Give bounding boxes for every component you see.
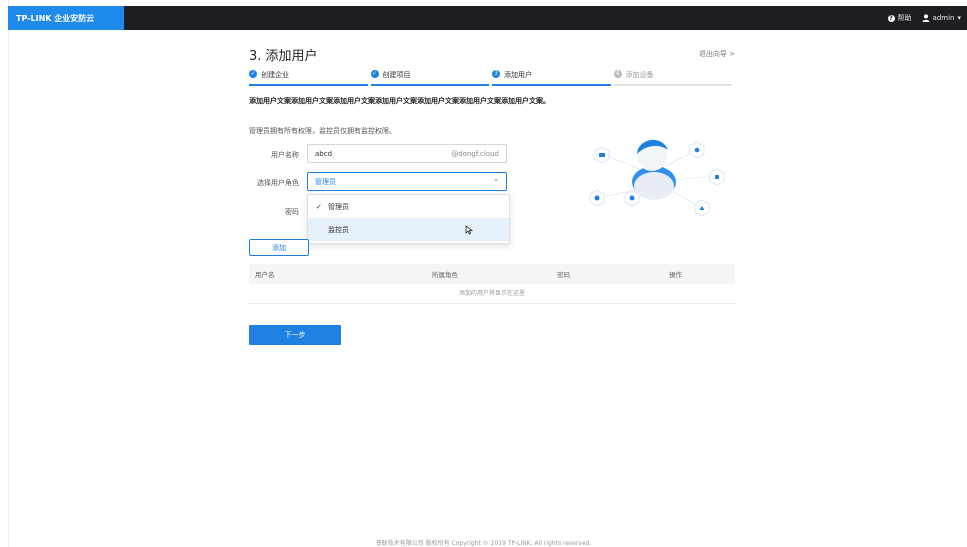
column-header: 密码 bbox=[557, 271, 570, 279]
option-label: 管理员 bbox=[328, 202, 349, 211]
table-empty-state: 添加的用户将显示在这里 bbox=[249, 284, 735, 304]
username-value: abcd bbox=[315, 149, 333, 158]
user-network-illustration bbox=[589, 139, 725, 217]
step-progress-line bbox=[613, 84, 732, 86]
step-label: 创建企业 bbox=[261, 71, 289, 79]
check-icon: ✓ bbox=[316, 202, 322, 211]
column-header: 操作 bbox=[669, 271, 682, 279]
next-step-button[interactable]: 下一步 bbox=[249, 325, 341, 345]
step-description: 添加用户文案添加用户文案添加用户文案添加用户文案添加用户文案添加用户文案添加用户… bbox=[249, 97, 550, 105]
role-dropdown-menu: ✓ 管理员 监控员 bbox=[307, 194, 510, 244]
user-menu[interactable]: admin ▾ bbox=[922, 14, 961, 22]
step-progress-line bbox=[492, 84, 611, 86]
chevron-up-icon: ⌃ bbox=[493, 177, 499, 186]
step-label: 添加用户 bbox=[504, 71, 532, 79]
role-option-monitor[interactable]: 监控员 bbox=[308, 218, 509, 241]
role-option-admin[interactable]: ✓ 管理员 bbox=[308, 195, 509, 218]
exit-wizard-link[interactable]: 退出向导 > bbox=[699, 49, 735, 59]
chevron-down-icon: ▾ bbox=[957, 14, 961, 22]
domain-suffix: @dongf.cloud bbox=[451, 149, 499, 158]
brand-logo[interactable]: TP-LINK 企业安防云 bbox=[8, 6, 124, 30]
username-label: 用户名称 bbox=[271, 151, 299, 159]
user-label: admin bbox=[932, 14, 955, 22]
page-footer: 普联技术有限公司 版权所有 Copyright © 2019 TP-LINK. … bbox=[375, 540, 592, 547]
mouse-cursor-icon bbox=[465, 225, 473, 235]
role-selected-value: 管理员 bbox=[315, 177, 336, 186]
check-circle-icon: ✓ bbox=[249, 70, 257, 78]
permission-note: 管理员拥有所有权限，监控员仅拥有监控权限。 bbox=[249, 127, 396, 135]
password-label: 密码 bbox=[285, 208, 299, 216]
step-create-project: ✓ 创建项目 bbox=[370, 70, 493, 86]
step-label: 添加设备 bbox=[625, 71, 654, 79]
help-link[interactable]: ? 帮助 bbox=[887, 13, 912, 23]
step-progress-line bbox=[370, 84, 489, 86]
help-label: 帮助 bbox=[897, 14, 912, 22]
user-icon bbox=[922, 14, 930, 22]
check-circle-icon: ✓ bbox=[370, 70, 379, 78]
step-label: 创建项目 bbox=[382, 71, 411, 79]
role-label: 选择用户角色 bbox=[257, 179, 299, 187]
step-add-user: 3 添加用户 bbox=[492, 70, 614, 86]
table-header: 用户名 所属角色 密码 操作 bbox=[249, 264, 735, 284]
column-header: 所属角色 bbox=[432, 271, 458, 279]
step-add-device: 4 添加设备 bbox=[613, 70, 736, 86]
user-table: 用户名 所属角色 密码 操作 添加的用户将显示在这里 bbox=[249, 264, 735, 304]
top-right-menu: ? 帮助 admin ▾ bbox=[887, 6, 961, 30]
role-select[interactable]: 管理员 ⌃ bbox=[307, 172, 507, 191]
step-progress-line bbox=[249, 84, 368, 86]
step-create-enterprise: ✓ 创建企业 bbox=[249, 70, 371, 86]
username-input[interactable]: abcd @dongf.cloud bbox=[307, 144, 507, 163]
column-header: 用户名 bbox=[255, 271, 275, 279]
page-left-edge bbox=[0, 0, 9, 547]
step-number-icon: 3 bbox=[492, 70, 500, 78]
add-user-button[interactable]: 添加 bbox=[249, 239, 309, 256]
top-navigation-bar: TP-LINK 企业安防云 ? 帮助 admin ▾ bbox=[8, 6, 967, 30]
help-icon: ? bbox=[887, 14, 895, 22]
option-label: 监控员 bbox=[328, 225, 349, 234]
wizard-steps: ✓ 创建企业 ✓ 创建项目 3 添加用户 4 添加设备 bbox=[249, 70, 735, 86]
step-number-icon: 4 bbox=[613, 70, 622, 78]
page-title: 3. 添加用户 bbox=[249, 49, 318, 64]
